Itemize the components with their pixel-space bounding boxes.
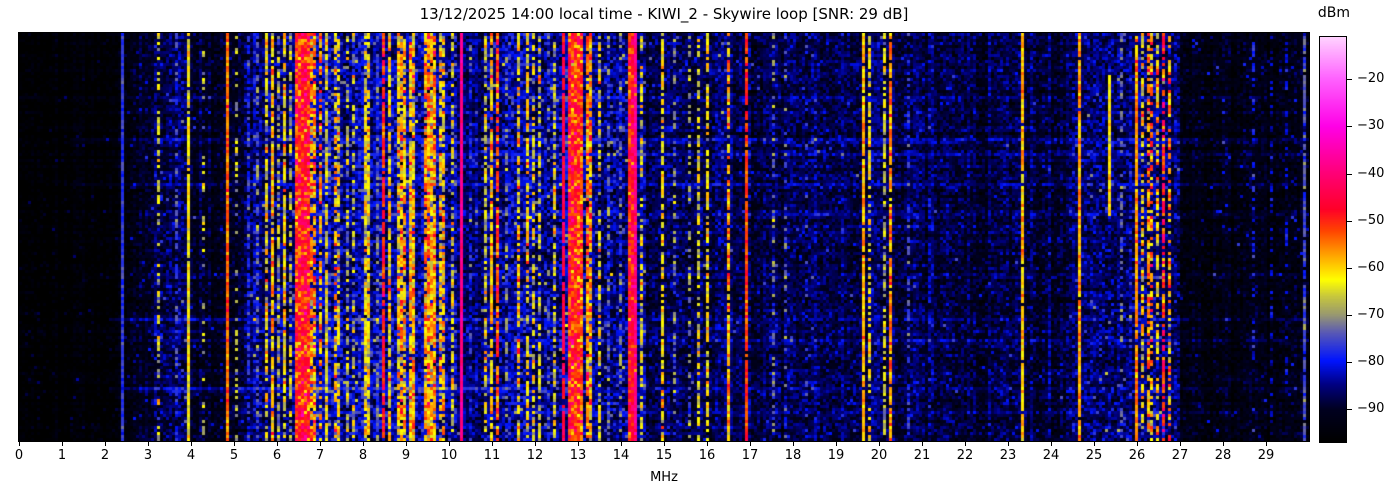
x-tick-label: 29 (1251, 448, 1281, 463)
colorbar-tick-label: −90 (1357, 401, 1384, 416)
x-tick-label: 16 (692, 448, 722, 463)
x-tick-label: 7 (305, 448, 335, 463)
colorbar-tick-mark (1347, 409, 1352, 410)
x-tick-mark (707, 442, 708, 446)
x-tick-label: 26 (1122, 448, 1152, 463)
x-tick-mark (1180, 442, 1181, 446)
x-tick-label: 14 (606, 448, 636, 463)
x-tick-mark (922, 442, 923, 446)
colorbar-canvas (1320, 37, 1346, 442)
colorbar-unit-label: dBm (1308, 5, 1360, 21)
x-tick-label: 19 (821, 448, 851, 463)
x-tick-label: 2 (90, 448, 120, 463)
colorbar-tick-mark (1347, 79, 1352, 80)
x-tick-label: 13 (563, 448, 593, 463)
x-tick-label: 24 (1036, 448, 1066, 463)
x-tick-label: 5 (219, 448, 249, 463)
colorbar-tick-mark (1347, 362, 1352, 363)
spectrogram-figure: 13/12/2025 14:00 local time - KIWI_2 - S… (0, 0, 1400, 500)
waterfall-canvas (19, 33, 1309, 441)
x-tick-mark (406, 442, 407, 446)
colorbar-tick-mark (1347, 268, 1352, 269)
colorbar-tick-label: −70 (1357, 307, 1384, 322)
x-tick-mark (1266, 442, 1267, 446)
x-tick-label: 10 (434, 448, 464, 463)
x-tick-mark (320, 442, 321, 446)
x-tick-label: 1 (47, 448, 77, 463)
x-tick-label: 20 (864, 448, 894, 463)
x-tick-label: 9 (391, 448, 421, 463)
chart-title: 13/12/2025 14:00 local time - KIWI_2 - S… (19, 5, 1309, 23)
x-tick-mark (1008, 442, 1009, 446)
x-tick-mark (277, 442, 278, 446)
x-tick-label: 27 (1165, 448, 1195, 463)
x-tick-mark (449, 442, 450, 446)
page: { "chart_data": { "type": "heatmap", "ti… (0, 0, 1400, 500)
x-tick-mark (664, 442, 665, 446)
x-tick-mark (1137, 442, 1138, 446)
colorbar-tick-mark (1347, 174, 1352, 175)
waterfall-plot (18, 32, 1310, 442)
x-tick-mark (621, 442, 622, 446)
x-tick-mark (1094, 442, 1095, 446)
x-tick-label: 3 (133, 448, 163, 463)
colorbar-tick-label: −50 (1357, 213, 1384, 228)
colorbar-tick-label: −20 (1357, 71, 1384, 86)
x-tick-label: 22 (950, 448, 980, 463)
x-tick-mark (62, 442, 63, 446)
x-tick-mark (148, 442, 149, 446)
x-tick-mark (965, 442, 966, 446)
x-tick-mark (191, 442, 192, 446)
colorbar (1319, 36, 1347, 443)
x-tick-mark (836, 442, 837, 446)
x-tick-label: 25 (1079, 448, 1109, 463)
x-tick-label: 6 (262, 448, 292, 463)
x-tick-mark (492, 442, 493, 446)
x-tick-mark (535, 442, 536, 446)
colorbar-tick-label: −40 (1357, 166, 1384, 181)
x-tick-mark (1051, 442, 1052, 446)
x-tick-mark (19, 442, 20, 446)
x-tick-mark (234, 442, 235, 446)
x-tick-label: 21 (907, 448, 937, 463)
x-tick-label: 8 (348, 448, 378, 463)
x-tick-mark (1223, 442, 1224, 446)
x-tick-label: 23 (993, 448, 1023, 463)
x-tick-mark (578, 442, 579, 446)
x-tick-label: 18 (778, 448, 808, 463)
x-tick-label: 15 (649, 448, 679, 463)
x-axis-label: MHz (19, 470, 1309, 485)
colorbar-tick-label: −60 (1357, 260, 1384, 275)
x-tick-label: 0 (4, 448, 34, 463)
colorbar-tick-label: −80 (1357, 354, 1384, 369)
x-tick-label: 28 (1208, 448, 1238, 463)
x-tick-label: 4 (176, 448, 206, 463)
colorbar-tick-label: −30 (1357, 118, 1384, 133)
colorbar-tick-mark (1347, 221, 1352, 222)
colorbar-tick-mark (1347, 126, 1352, 127)
x-tick-mark (750, 442, 751, 446)
x-tick-mark (363, 442, 364, 446)
x-tick-label: 12 (520, 448, 550, 463)
x-tick-label: 11 (477, 448, 507, 463)
x-tick-mark (879, 442, 880, 446)
colorbar-tick-mark (1347, 315, 1352, 316)
x-tick-label: 17 (735, 448, 765, 463)
x-tick-mark (793, 442, 794, 446)
x-tick-mark (105, 442, 106, 446)
